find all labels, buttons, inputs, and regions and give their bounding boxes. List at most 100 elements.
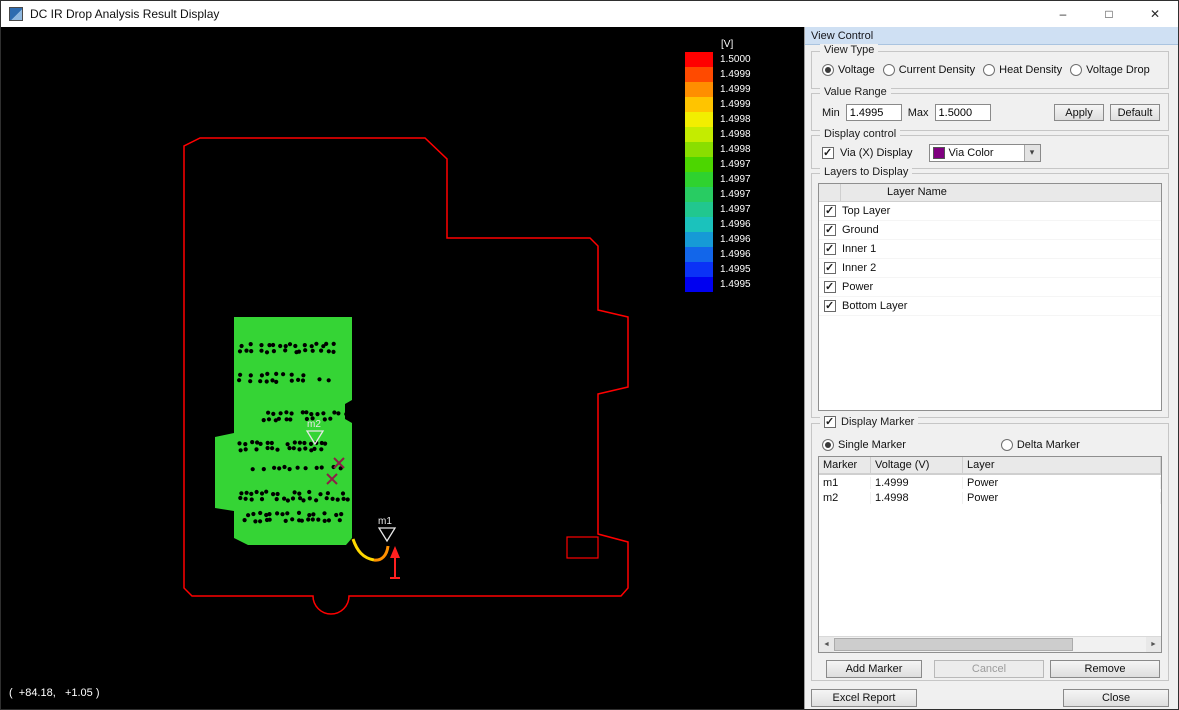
single-marker-radio[interactable]: Single Marker [822, 439, 906, 451]
delta-marker-radio[interactable]: Delta Marker [1001, 439, 1080, 451]
legend-color-swatch [685, 127, 713, 142]
via-dot [246, 513, 250, 517]
marker-cell: m1 [819, 477, 871, 489]
legend-value-label: 1.5000 [720, 52, 751, 67]
radio-icon [822, 439, 834, 451]
dropdown-arrow-icon[interactable]: ▾ [1024, 145, 1040, 161]
radio-label: Delta Marker [1017, 439, 1080, 451]
apply-button[interactable]: Apply [1054, 104, 1104, 121]
legend-color-swatch [685, 217, 713, 232]
via-dot [272, 466, 276, 470]
view-type-voltage-drop[interactable]: Voltage Drop [1070, 64, 1150, 76]
close-button[interactable]: ✕ [1132, 1, 1178, 27]
marker-row[interactable]: m11.4999Power [819, 475, 1161, 490]
layers-list: Layer Name Top LayerGroundInner 1Inner 2… [818, 183, 1162, 411]
display-marker-label: Display Marker [841, 416, 914, 428]
via-dot [311, 517, 315, 521]
via-dot [275, 511, 279, 515]
via-dot [239, 448, 243, 452]
excel-report-button[interactable]: Excel Report [811, 689, 917, 707]
via-dot [270, 446, 274, 450]
maximize-button[interactable]: □ [1086, 1, 1132, 27]
layer-row-bottom-layer[interactable]: Bottom Layer [819, 297, 1161, 316]
canvas-marker-m1[interactable] [379, 528, 395, 541]
layer-checkbox[interactable] [824, 281, 836, 293]
via-dot [267, 343, 271, 347]
via-dot [290, 379, 294, 383]
via-color-label: Via Color [949, 147, 1024, 159]
marker-column-header-layer[interactable]: Layer [963, 457, 1161, 474]
display-control-row: Via (X) Display Via Color ▾ [822, 144, 1160, 162]
default-button[interactable]: Default [1110, 104, 1160, 121]
via-dot [249, 349, 253, 353]
horizontal-scrollbar[interactable]: ◄ ► [819, 636, 1161, 652]
marker-column-header-voltage-v[interactable]: Voltage (V) [871, 457, 963, 474]
layer-row-inner-1[interactable]: Inner 1 [819, 240, 1161, 259]
layer-checkbox[interactable] [824, 205, 836, 217]
view-type-heat-density[interactable]: Heat Density [983, 64, 1062, 76]
legend-entry: 1.4995 [685, 262, 751, 277]
layer-checkbox[interactable] [824, 262, 836, 274]
via-dot [339, 512, 343, 516]
via-dot [327, 518, 331, 522]
current-arrow-head [390, 546, 400, 558]
via-dot [243, 518, 247, 522]
scroll-thumb[interactable] [834, 638, 1073, 651]
display-marker-group: Display Marker Single Marker Delta Marke… [811, 423, 1169, 681]
window-controls: – □ ✕ [1040, 1, 1178, 27]
display-control-group: Display control Via (X) Display Via Colo… [811, 135, 1169, 169]
layer-checkbox[interactable] [824, 243, 836, 255]
via-dot [266, 411, 270, 415]
via-dot [282, 497, 286, 501]
close-panel-button[interactable]: Close [1063, 689, 1169, 707]
legend-color-swatch [685, 112, 713, 127]
view-type-voltage[interactable]: Voltage [822, 64, 875, 76]
view-type-group: View Type VoltageCurrent DensityHeat Den… [811, 51, 1169, 89]
layer-row-top-layer[interactable]: Top Layer [819, 202, 1161, 221]
via-dot [314, 342, 318, 346]
layer-checkbox[interactable] [824, 300, 836, 312]
legend-color-swatch [685, 97, 713, 112]
minimize-button[interactable]: – [1040, 1, 1086, 27]
marker-row[interactable]: m21.4998Power [819, 490, 1161, 505]
via-dot [249, 342, 253, 346]
cancel-button[interactable]: Cancel [934, 660, 1044, 678]
via-dot [293, 440, 297, 444]
via-dot [293, 344, 297, 348]
via-dot [324, 342, 328, 346]
legend-value-label: 1.4997 [720, 172, 751, 187]
via-dot [281, 372, 285, 376]
via-dot [286, 442, 290, 446]
scroll-left-arrow[interactable]: ◄ [819, 637, 834, 652]
remove-button[interactable]: Remove [1050, 660, 1160, 678]
add-marker-button[interactable]: Add Marker [826, 660, 922, 678]
scroll-right-arrow[interactable]: ► [1146, 637, 1161, 652]
max-input[interactable] [935, 104, 991, 121]
via-dot [260, 491, 264, 495]
via-dot [318, 492, 322, 496]
via-dot [238, 496, 242, 500]
view-type-current-density[interactable]: Current Density [883, 64, 975, 76]
layer-row-power[interactable]: Power [819, 278, 1161, 297]
pcb-canvas[interactable]: m2m1 [V] 1.50001.49991.49991.49991.49981… [1, 27, 804, 709]
via-dot [346, 497, 350, 501]
layer-row-inner-2[interactable]: Inner 2 [819, 259, 1161, 278]
legend-entry: 1.4997 [685, 157, 751, 172]
via-dot [301, 498, 305, 502]
layers-header-name[interactable]: Layer Name [841, 184, 1161, 201]
via-dot [285, 511, 289, 515]
via-dot [306, 517, 310, 521]
via-color-combo[interactable]: Via Color ▾ [929, 144, 1041, 162]
legend-color-swatch [685, 172, 713, 187]
via-dot [272, 349, 276, 353]
min-input[interactable] [846, 104, 902, 121]
layer-checkbox[interactable] [824, 224, 836, 236]
title-bar[interactable]: DC IR Drop Analysis Result Display – □ ✕ [1, 1, 1178, 27]
marker-column-header-marker[interactable]: Marker [819, 457, 871, 474]
layer-row-ground[interactable]: Ground [819, 221, 1161, 240]
via-dot [300, 519, 304, 523]
legend-entry: 1.4997 [685, 172, 751, 187]
display-marker-checkbox[interactable] [824, 416, 836, 428]
via-dot [285, 417, 289, 421]
via-display-checkbox[interactable] [822, 147, 834, 159]
